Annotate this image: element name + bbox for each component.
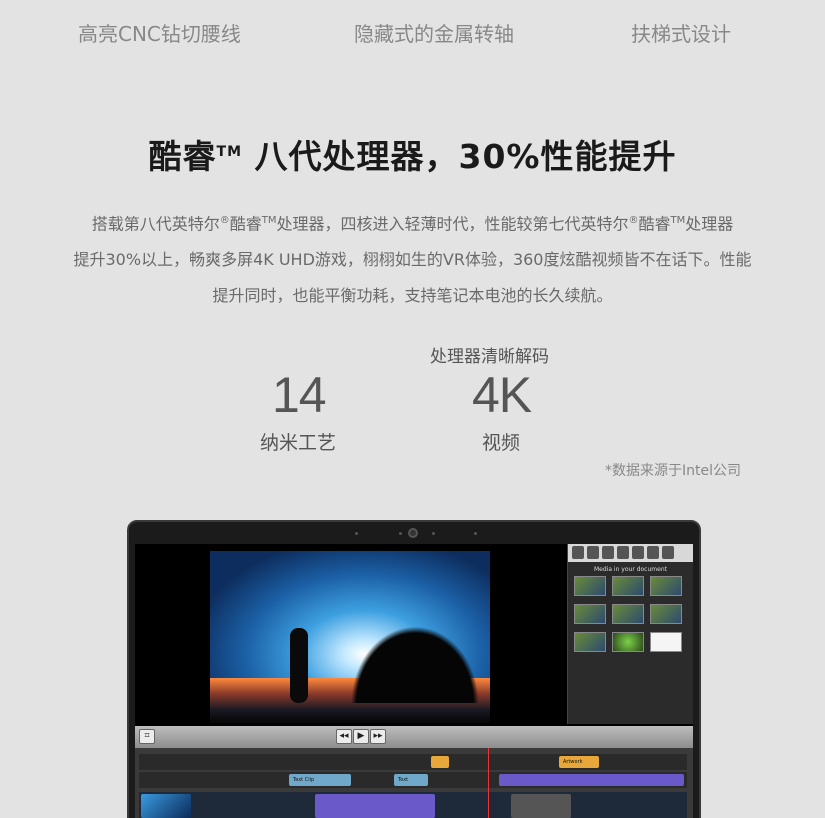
media-thumbnail xyxy=(650,576,682,596)
webcam-icon xyxy=(408,528,418,538)
trademark-mark: TM xyxy=(216,144,242,160)
desc-text: 处理器，四核进入轻薄时代，性能较第七代英特尔 xyxy=(276,214,629,234)
media-thumbnail xyxy=(612,604,644,624)
media-thumbnail xyxy=(574,632,606,652)
forward-icon: ▸▸ xyxy=(370,729,386,744)
description-line-3: 提升同时，也能平衡功耗，支持笔记本电池的长久续航。 xyxy=(212,286,613,306)
title-brand: 酷睿 xyxy=(148,137,217,176)
description-line-1: 搭载第八代英特尔®酷睿TM处理器，四核进入轻薄时代，性能较第七代英特尔®酷睿TM… xyxy=(30,203,795,242)
playhead xyxy=(488,748,489,818)
media-thumbnail xyxy=(650,604,682,624)
media-thumbnail xyxy=(612,576,644,596)
timeline-clip xyxy=(499,774,684,786)
desc-text: 酷睿 xyxy=(638,214,671,234)
registered-mark: ® xyxy=(219,215,230,226)
timeline-clip xyxy=(315,794,435,818)
video-preview xyxy=(210,551,490,723)
rewind-icon: ◂◂ xyxy=(336,729,352,744)
media-thumbnail xyxy=(650,632,682,652)
camera-icon xyxy=(572,546,584,559)
stat-process-value: 14 xyxy=(272,367,327,423)
screen-icon xyxy=(602,546,614,559)
clock-icon xyxy=(617,546,629,559)
trademark-mark: TM xyxy=(670,215,686,226)
feature-hinge: 隐藏式的金属转轴 xyxy=(354,22,514,46)
timeline-track: Text Clip Text xyxy=(139,772,687,788)
export-icon xyxy=(632,546,644,559)
edit-icon xyxy=(662,546,674,559)
sensor-dot xyxy=(355,532,358,535)
timeline-clip xyxy=(511,794,571,818)
feature-bar: 高亮CNC钻切腰线 隐藏式的金属转轴 扶梯式设计 xyxy=(0,18,825,48)
media-panel-title: Media in your document xyxy=(594,566,667,573)
feature-escalator: 扶梯式设计 xyxy=(631,22,731,46)
description: 搭载第八代英特尔®酷睿TM处理器，四核进入轻薄时代，性能较第七代英特尔®酷睿TM… xyxy=(30,203,795,314)
timeline-track: Artwork xyxy=(139,754,687,770)
stat-process-caption: 纳米工艺 xyxy=(260,432,337,454)
media-toolbar xyxy=(568,544,693,562)
timeline-clip xyxy=(431,756,449,768)
audio-icon xyxy=(587,546,599,559)
tree-silhouette xyxy=(340,613,490,703)
playback-toolbar: ⌗ ◂◂ ▶ ▸▸ xyxy=(135,726,693,748)
page-title: 酷睿TM 八代处理器，30%性能提升 xyxy=(0,130,825,178)
timeline-track xyxy=(139,792,687,818)
editing-timeline: Artwork Text Clip Text xyxy=(135,748,693,818)
data-source-note: *数据来源于Intel公司 xyxy=(605,463,741,479)
stat-video-value: 4K xyxy=(472,367,532,423)
media-thumbnail xyxy=(612,632,644,652)
sensor-dot xyxy=(432,532,435,535)
media-thumbnail xyxy=(574,604,606,624)
description-line-2: 提升30%以上，畅爽多屏4K UHD游戏，栩栩如生的VR体验，360度炫酷视频皆… xyxy=(73,250,752,270)
timeline-clip: Text Clip xyxy=(289,774,351,786)
desc-text: 处理器 xyxy=(685,214,734,234)
crop-icon: ⌗ xyxy=(139,729,155,744)
media-thumbnails xyxy=(568,576,693,652)
title-text: 八代处理器，30%性能提升 xyxy=(242,137,677,176)
stat-video-caption: 视频 xyxy=(482,432,521,454)
stone-stack xyxy=(290,628,308,703)
decode-label: 处理器清晰解码 xyxy=(430,347,549,367)
timeline-clip: Text xyxy=(394,774,428,786)
timeline-clip: Artwork xyxy=(559,756,599,768)
text-icon xyxy=(647,546,659,559)
media-thumbnail xyxy=(574,576,606,596)
timeline-clip xyxy=(141,794,191,818)
desc-text: 搭载第八代英特尔 xyxy=(91,214,220,234)
registered-mark: ® xyxy=(628,215,639,226)
trademark-mark: TM xyxy=(261,215,277,226)
desc-text: 酷睿 xyxy=(229,214,262,234)
sensor-dot xyxy=(474,532,477,535)
feature-cnc: 高亮CNC钻切腰线 xyxy=(78,22,241,46)
media-panel: Media in your document xyxy=(567,544,693,724)
laptop-screen: Media in your document ⌗ ◂◂ ▶ ▸▸ Artwork… xyxy=(135,544,693,818)
laptop-image: Media in your document ⌗ ◂◂ ▶ ▸▸ Artwork… xyxy=(127,520,701,818)
sensor-dot xyxy=(399,532,402,535)
play-icon: ▶ xyxy=(353,729,369,744)
